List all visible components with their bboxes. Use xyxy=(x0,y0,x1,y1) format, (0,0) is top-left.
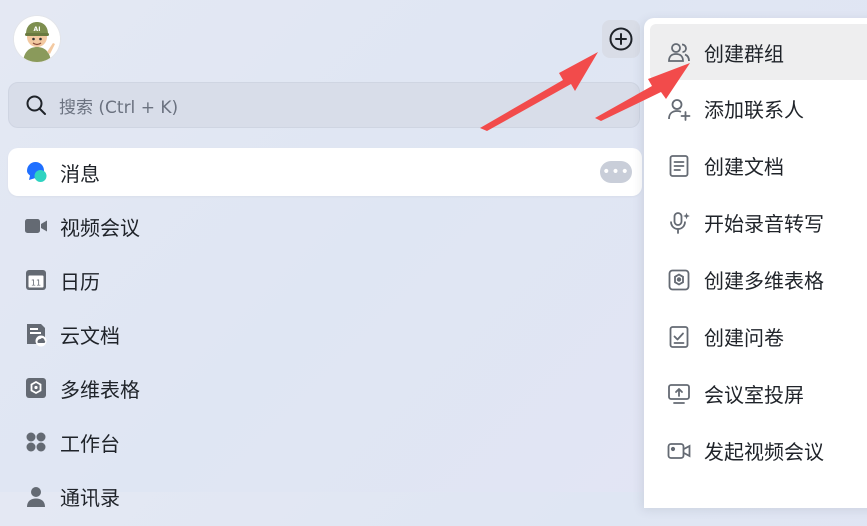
nav-item-messages[interactable]: 消息 ••• xyxy=(8,148,642,196)
plus-circle-icon xyxy=(609,27,633,51)
nav-item-video-meeting[interactable]: 视频会议 xyxy=(8,202,642,250)
avatar-badge-text: AI xyxy=(34,26,41,33)
cloud-doc-icon xyxy=(22,320,50,348)
nav-item-cloud-docs[interactable]: 云文档 xyxy=(8,310,642,358)
multidim-table-icon xyxy=(666,267,692,293)
menu-item-label: 创建多维表格 xyxy=(704,269,824,293)
menu-item-add-contact[interactable]: 添加联系人 xyxy=(644,80,867,137)
nav-item-label: 多维表格 xyxy=(60,377,140,402)
nav-item-label: 云文档 xyxy=(60,323,120,348)
user-avatar[interactable]: AI xyxy=(14,16,60,62)
menu-item-room-screencast[interactable]: 会议室投屏 xyxy=(644,365,867,422)
workspace-grid-icon xyxy=(22,428,50,456)
menu-item-create-document[interactable]: 创建文档 xyxy=(644,137,867,194)
menu-item-start-video-meeting[interactable]: 发起视频会议 xyxy=(644,422,867,479)
create-dropdown-menu: 创建群组 添加联系人 创建文档 开始录音转写 创建多维表格 创建问卷 会议室投屏… xyxy=(644,18,867,508)
video-camera-icon xyxy=(22,212,50,240)
add-contact-icon xyxy=(666,96,692,122)
chat-bubble-icon xyxy=(22,158,50,186)
sidebar: AI 搜索 (Ctrl + K) 消息 ••• 视频会议 11 日历 云文档 多… xyxy=(0,0,650,510)
nav-list: 消息 ••• 视频会议 11 日历 云文档 多维表格 工作台 通讯录 xyxy=(8,148,642,526)
microphone-icon xyxy=(666,210,692,236)
nav-item-label: 视频会议 xyxy=(60,215,140,240)
nav-item-calendar[interactable]: 11 日历 xyxy=(8,256,642,304)
menu-item-label: 发起视频会议 xyxy=(704,440,824,464)
menu-item-create-group[interactable]: 创建群组 xyxy=(650,24,867,80)
search-bar[interactable]: 搜索 (Ctrl + K) xyxy=(8,82,640,128)
search-placeholder: 搜索 (Ctrl + K) xyxy=(59,97,179,118)
menu-item-create-multidim-table[interactable]: 创建多维表格 xyxy=(644,251,867,308)
nav-item-label: 日历 xyxy=(60,269,100,294)
document-icon xyxy=(666,153,692,179)
menu-item-label: 添加联系人 xyxy=(704,98,804,122)
calendar-icon: 11 xyxy=(22,266,50,294)
menu-item-label: 创建问卷 xyxy=(704,326,784,350)
video-meeting-icon xyxy=(666,438,692,464)
nav-item-label: 工作台 xyxy=(60,431,120,456)
menu-item-create-survey[interactable]: 创建问卷 xyxy=(644,308,867,365)
nav-item-label: 通讯录 xyxy=(60,485,120,510)
nav-item-contacts[interactable]: 通讯录 xyxy=(8,472,642,520)
menu-item-start-transcription[interactable]: 开始录音转写 xyxy=(644,194,867,251)
search-icon xyxy=(25,94,47,116)
menu-item-label: 创建群组 xyxy=(704,41,784,66)
multidim-table-icon xyxy=(22,374,50,402)
survey-checkbox-icon xyxy=(666,324,692,350)
avatar-illustration: AI xyxy=(14,16,60,62)
calendar-day: 11 xyxy=(31,279,41,288)
menu-item-label: 开始录音转写 xyxy=(704,212,824,236)
nav-item-multidim-table[interactable]: 多维表格 xyxy=(8,364,642,412)
add-button[interactable] xyxy=(602,20,640,58)
menu-item-label: 创建文档 xyxy=(704,155,784,179)
contacts-icon xyxy=(22,482,50,510)
create-group-icon xyxy=(666,39,692,65)
screen-cast-icon xyxy=(666,381,692,407)
more-options-badge[interactable]: ••• xyxy=(600,161,632,183)
menu-item-label: 会议室投屏 xyxy=(704,383,804,407)
nav-item-workspace[interactable]: 工作台 xyxy=(8,418,642,466)
nav-item-label: 消息 xyxy=(60,161,100,186)
